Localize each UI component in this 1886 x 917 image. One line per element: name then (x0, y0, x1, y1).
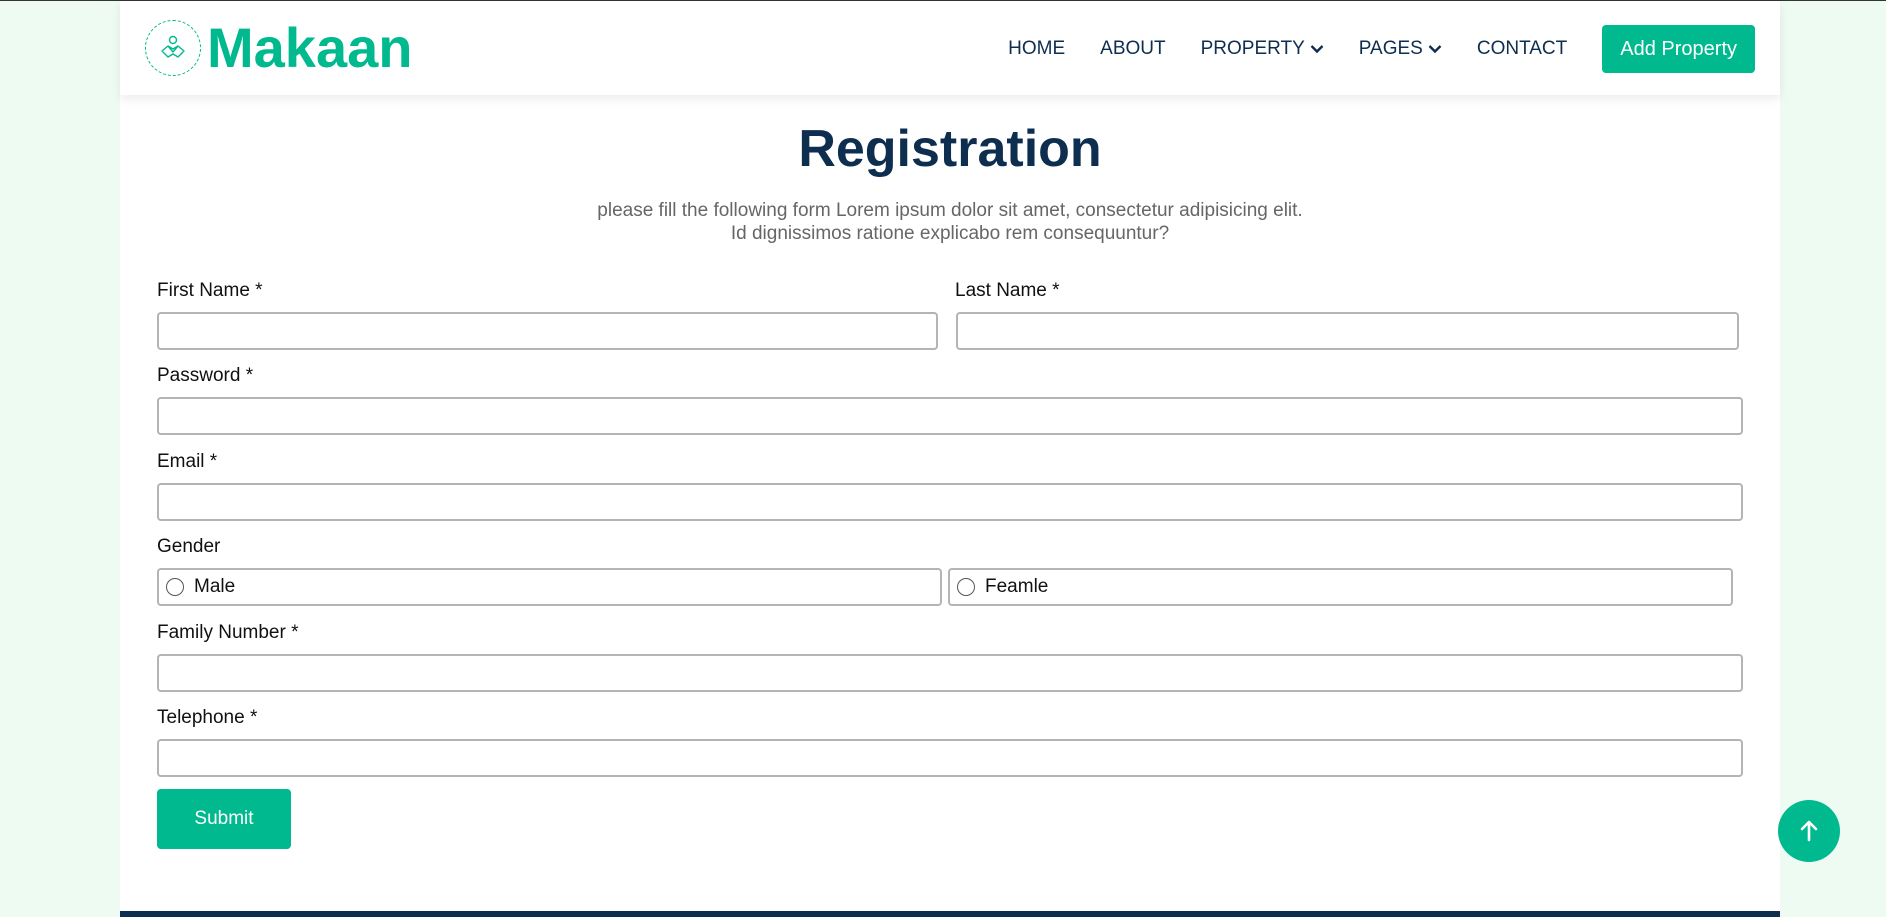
page-title: Registration (798, 120, 1102, 178)
password-label: Password * (157, 365, 254, 386)
chevron-down-icon (1310, 45, 1324, 54)
add-property-button[interactable]: Add Property (1602, 25, 1755, 73)
navbar: Makaan HOME ABOUT PROPERTY PAGES CONTACT… (120, 1, 1780, 95)
nav-links: HOME ABOUT PROPERTY PAGES CONTACT Add Pr… (973, 25, 1755, 73)
gender-option-female[interactable]: Feamle (948, 568, 1733, 606)
nav-home-label: HOME (1008, 38, 1066, 59)
email-input[interactable] (157, 483, 1743, 521)
subtitle-line-1: please fill the following form Lorem ips… (597, 200, 1303, 221)
chevron-down-icon (1428, 45, 1442, 54)
back-to-top-button[interactable] (1778, 800, 1840, 862)
brand[interactable]: Makaan (145, 19, 412, 77)
page-subtitle: please fill the following form Lorem ips… (120, 199, 1780, 245)
page-container: Makaan HOME ABOUT PROPERTY PAGES CONTACT… (120, 1, 1780, 917)
nav-property-label: PROPERTY (1200, 38, 1305, 59)
arrow-up-icon (1800, 820, 1818, 842)
gender-male-label: Male (194, 576, 236, 597)
family-number-label: Family Number * (157, 622, 299, 643)
telephone-input[interactable] (157, 739, 1743, 777)
nav-about[interactable]: ABOUT (1100, 25, 1165, 73)
nav-contact[interactable]: CONTACT (1477, 25, 1567, 73)
radio-button[interactable] (957, 578, 975, 596)
footer-top-bar (120, 911, 1780, 917)
nav-pages-dropdown[interactable]: PAGES (1359, 25, 1442, 73)
gender-label: Gender (157, 536, 221, 557)
submit-button[interactable]: Submit (157, 789, 291, 849)
nav-about-label: ABOUT (1100, 38, 1166, 59)
first-name-label: First Name * (157, 280, 263, 301)
nav-contact-label: CONTACT (1476, 38, 1568, 59)
last-name-label: Last Name * (955, 280, 1060, 301)
radio-button[interactable] (166, 578, 184, 596)
nav-property-dropdown[interactable]: PROPERTY (1201, 25, 1324, 73)
nav-pages-label: PAGES (1358, 38, 1423, 59)
brand-name: Makaan (207, 16, 413, 79)
family-number-input[interactable] (157, 654, 1743, 692)
password-input[interactable] (157, 397, 1743, 435)
gender-option-male[interactable]: Male (157, 568, 942, 606)
last-name-input[interactable] (956, 312, 1739, 350)
gender-female-label: Feamle (985, 576, 1049, 597)
handshake-icon (145, 20, 201, 76)
telephone-label: Telephone * (157, 707, 258, 728)
nav-home[interactable]: HOME (1008, 25, 1065, 73)
subtitle-line-2: Id dignissimos ratione explicabo rem con… (730, 223, 1170, 244)
first-name-input[interactable] (157, 312, 938, 350)
email-label: Email * (157, 451, 218, 472)
